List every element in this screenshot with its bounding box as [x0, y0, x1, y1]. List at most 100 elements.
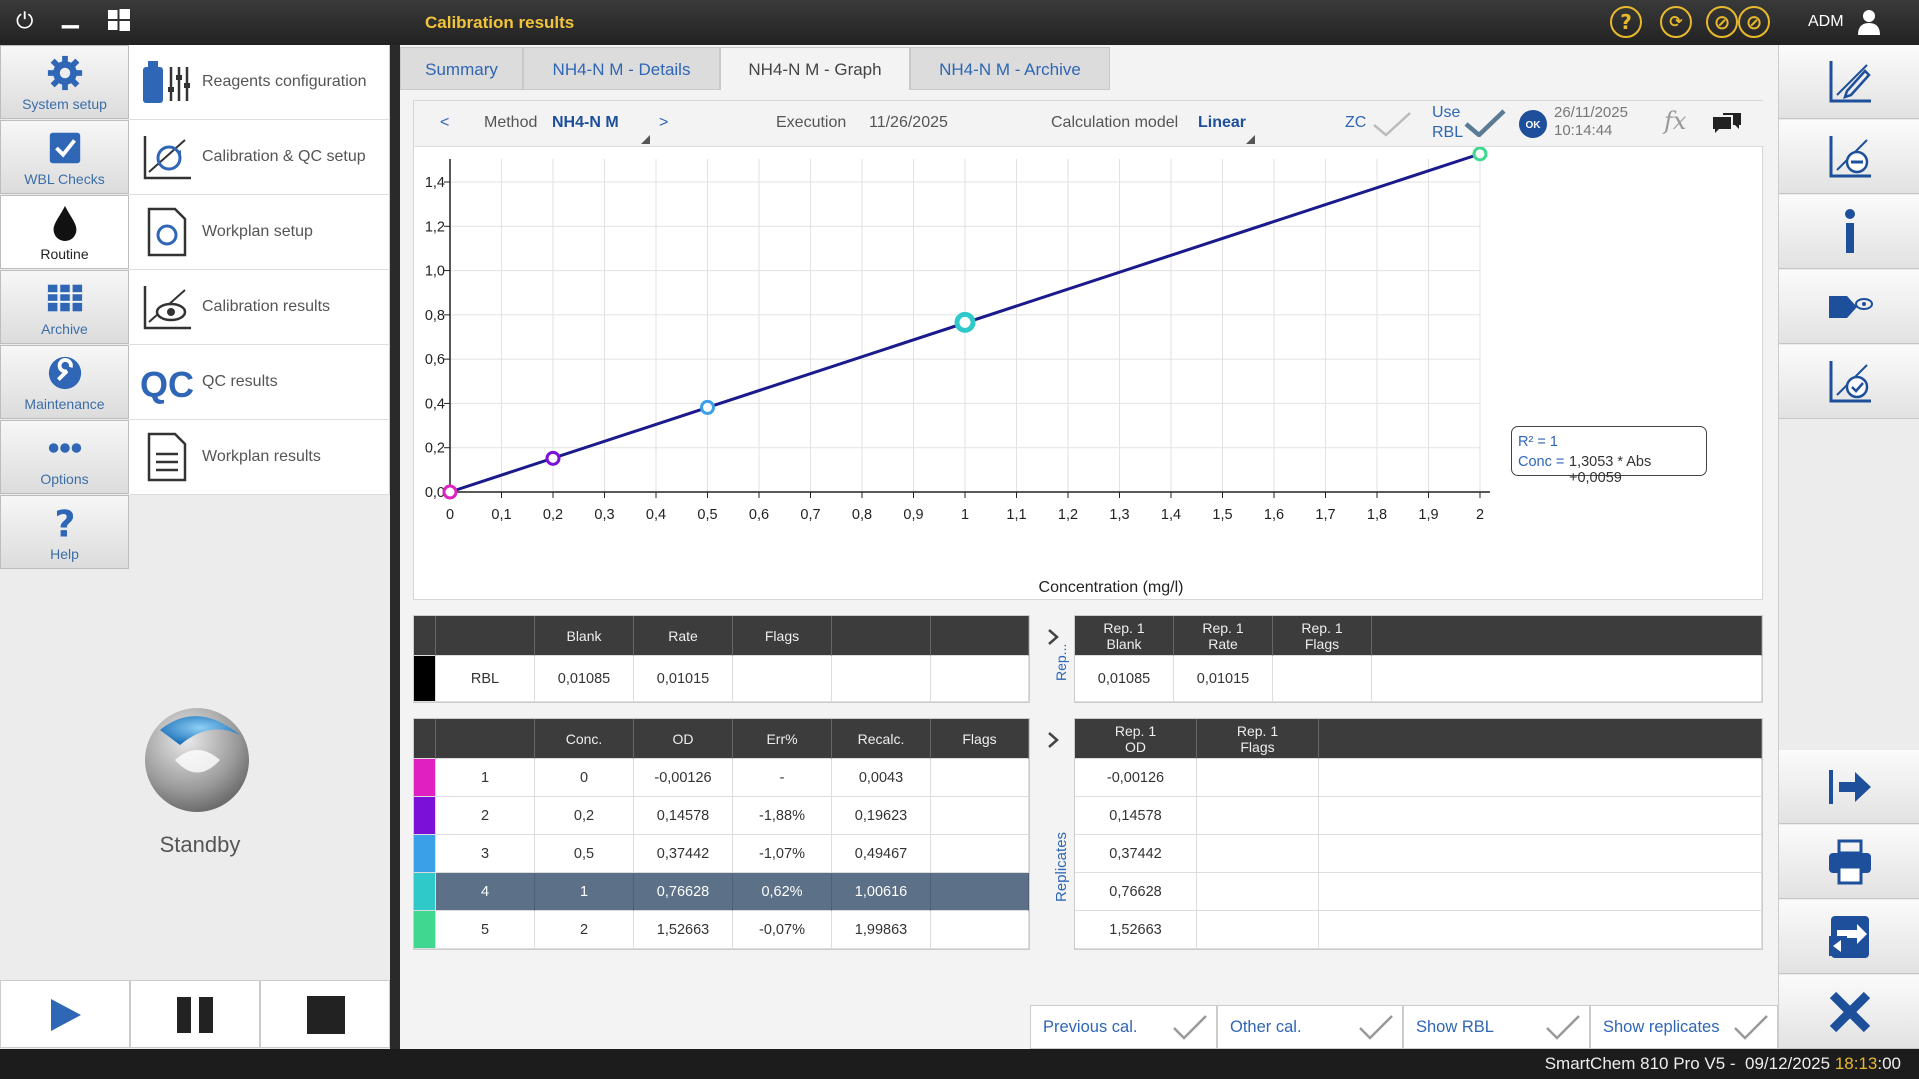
std-cell[interactable]: 0: [535, 759, 634, 797]
std-cell[interactable]: [931, 759, 1029, 797]
nav-maintenance[interactable]: Maintenance: [0, 345, 129, 419]
replicate-cell[interactable]: 1,52663: [1075, 911, 1197, 949]
std-cell[interactable]: 0,62%: [733, 873, 832, 911]
replicate-cell[interactable]: [1197, 759, 1319, 797]
rbl-rep-expander[interactable]: Rep...: [1032, 615, 1074, 703]
tab-summary[interactable]: Summary: [400, 47, 523, 90]
std-cell[interactable]: 2: [436, 797, 535, 835]
close-button[interactable]: [1779, 975, 1919, 1049]
replicate-cell[interactable]: [1197, 835, 1319, 873]
std-cell[interactable]: 0,2: [535, 797, 634, 835]
std-cell[interactable]: 2: [535, 911, 634, 949]
rbl-blank-value[interactable]: 0,01085: [535, 656, 634, 702]
std-cell[interactable]: 0,37442: [634, 835, 733, 873]
show-rbl-button[interactable]: Show RBL: [1403, 1005, 1590, 1049]
minimize-icon[interactable]: ▁: [62, 4, 79, 30]
help-circle-icon[interactable]: ?: [1610, 6, 1642, 38]
pause-button[interactable]: [130, 980, 260, 1048]
std-cell[interactable]: -0,00126: [634, 759, 733, 797]
std-cell[interactable]: 1: [436, 759, 535, 797]
submenu-reagents-configuration[interactable]: Reagents configuration: [129, 45, 390, 120]
stop-button[interactable]: [260, 980, 390, 1048]
calc-model-dropdown-icon[interactable]: [1246, 135, 1255, 144]
transfer-button[interactable]: [1779, 900, 1919, 974]
std-cell[interactable]: 1,00616: [832, 873, 931, 911]
std-cell[interactable]: -1,07%: [733, 835, 832, 873]
use-rbl-check-icon[interactable]: [1464, 109, 1506, 137]
std-cell[interactable]: 0,76628: [634, 873, 733, 911]
replicate-cell[interactable]: 0,76628: [1075, 873, 1197, 911]
validate-calibration-button[interactable]: [1779, 345, 1919, 419]
nav-options[interactable]: Options: [0, 420, 129, 494]
user-name[interactable]: ADM: [1808, 13, 1844, 31]
std-cell[interactable]: 0,5: [535, 835, 634, 873]
rbl-rate-value[interactable]: 0,01015: [634, 656, 733, 702]
nav-help[interactable]: ? Help: [0, 495, 129, 569]
connection-status-icon[interactable]: ⟳: [1660, 6, 1692, 38]
formula-icon[interactable]: fx: [1664, 107, 1686, 135]
power-icon[interactable]: ⏻: [16, 9, 33, 35]
replicate-cell[interactable]: [1319, 873, 1762, 911]
play-button[interactable]: [0, 980, 130, 1048]
tab-graph[interactable]: NH4-N M - Graph: [720, 47, 910, 90]
std-cell[interactable]: -0,07%: [733, 911, 832, 949]
calc-model-value[interactable]: Linear: [1198, 114, 1246, 132]
replicate-cell[interactable]: [1319, 835, 1762, 873]
rbl-rep-rate-value[interactable]: 0,01015: [1174, 656, 1273, 702]
std-cell[interactable]: 1,52663: [634, 911, 733, 949]
nav-routine[interactable]: Routine: [0, 195, 129, 269]
show-replicates-button[interactable]: Show replicates: [1590, 1005, 1778, 1049]
replicate-cell[interactable]: [1197, 911, 1319, 949]
std-cell[interactable]: [931, 873, 1029, 911]
method-dropdown-icon[interactable]: [641, 135, 650, 144]
rbl-row-label[interactable]: RBL: [436, 656, 535, 702]
replicate-cell[interactable]: [1197, 873, 1319, 911]
std-cell[interactable]: 1: [535, 873, 634, 911]
std-cell[interactable]: 0,49467: [832, 835, 931, 873]
std-cell[interactable]: 0,19623: [832, 797, 931, 835]
remove-calibration-button[interactable]: [1779, 120, 1919, 194]
rbl-rep-blank-value[interactable]: 0,01085: [1075, 656, 1174, 702]
std-cell[interactable]: 1,99863: [832, 911, 931, 949]
user-icon[interactable]: [1858, 9, 1880, 35]
replicate-cell[interactable]: 0,14578: [1075, 797, 1197, 835]
std-cell[interactable]: 4: [436, 873, 535, 911]
windows-icon[interactable]: [108, 9, 130, 38]
export-button[interactable]: [1779, 750, 1919, 824]
replicate-cell[interactable]: 0,37442: [1075, 835, 1197, 873]
disabled-status-icon[interactable]: ⊘: [1706, 6, 1738, 38]
replicate-cell[interactable]: [1319, 759, 1762, 797]
std-cell[interactable]: [931, 797, 1029, 835]
std-cell[interactable]: [931, 835, 1029, 873]
comments-icon[interactable]: [1711, 111, 1743, 137]
rbl-flags-value[interactable]: [733, 656, 832, 702]
print-button[interactable]: [1779, 825, 1919, 899]
disabled-status-icon-2[interactable]: ⊘: [1738, 6, 1770, 38]
nav-system-setup[interactable]: System setup: [0, 45, 129, 119]
std-cell[interactable]: 0,14578: [634, 797, 733, 835]
submenu-workplan-setup[interactable]: Workplan setup: [129, 195, 390, 270]
replicates-expander[interactable]: Replicates: [1032, 718, 1074, 950]
submenu-qc-results[interactable]: QC QC results: [129, 345, 390, 420]
replicate-cell[interactable]: [1319, 911, 1762, 949]
rbl-rep-flags-value[interactable]: [1273, 656, 1372, 702]
std-cell[interactable]: -1,88%: [733, 797, 832, 835]
std-cell[interactable]: [931, 911, 1029, 949]
prev-method-button[interactable]: <: [440, 114, 449, 132]
std-cell[interactable]: 5: [436, 911, 535, 949]
other-cal-button[interactable]: Other cal.: [1217, 1005, 1403, 1049]
next-method-button[interactable]: >: [659, 114, 668, 132]
zc-check-icon[interactable]: [1372, 111, 1412, 137]
nav-wbl-checks[interactable]: WBL Checks: [0, 120, 129, 194]
previous-cal-button[interactable]: Previous cal.: [1030, 1005, 1217, 1049]
std-cell[interactable]: 3: [436, 835, 535, 873]
submenu-calibration-results[interactable]: Calibration results: [129, 270, 390, 345]
tab-archive[interactable]: NH4-N M - Archive: [910, 47, 1110, 90]
std-cell[interactable]: 0,0043: [832, 759, 931, 797]
submenu-workplan-results[interactable]: Workplan results: [129, 420, 390, 495]
method-value[interactable]: NH4-N M: [552, 114, 619, 132]
view-tag-button[interactable]: [1779, 270, 1919, 344]
info-button[interactable]: [1779, 195, 1919, 269]
submenu-calibration-qc-setup[interactable]: Calibration & QC setup: [129, 120, 390, 195]
nav-archive[interactable]: Archive: [0, 270, 129, 344]
